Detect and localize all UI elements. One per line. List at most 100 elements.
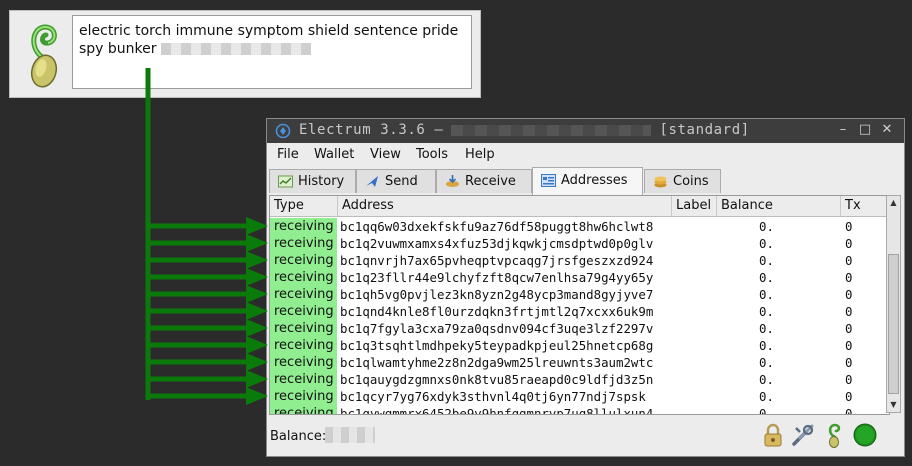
row-address: bc1qh5vg0pvjlez3kn8yzn2g48ycp3mand8gyjyv… xyxy=(340,287,654,302)
row-balance: 0. xyxy=(759,355,774,370)
row-balance: 0. xyxy=(759,389,774,404)
table-row[interactable]: receiving bc1qauygdzgmnxs0nk8tvu85raeapd0… xyxy=(270,371,889,388)
row-balance: 0. xyxy=(759,219,774,234)
scroll-up-arrow-icon[interactable]: ▲ xyxy=(887,196,900,210)
table-row[interactable]: receiving bc1q3tsqhtlmdhpeky5teypadkpjeul… xyxy=(270,337,889,354)
arrow-head xyxy=(246,336,268,354)
arrow-head xyxy=(246,370,268,388)
lock-icon[interactable] xyxy=(760,422,786,448)
row-balance: 0. xyxy=(759,321,774,336)
arrow-head xyxy=(246,251,268,269)
tab-send-label: Send xyxy=(385,174,418,189)
row-address: bc1qywqmmrx6452be9v9hnfqgmnrvp7uq8llulxu… xyxy=(340,406,654,415)
row-type: receiving xyxy=(270,286,337,303)
receive-icon xyxy=(446,175,459,187)
seed-hidden-words xyxy=(160,43,311,55)
wallet-name-hidden xyxy=(451,124,652,136)
row-type: receiving xyxy=(270,337,337,354)
table-row[interactable]: receiving bc1qq6w03dxekfskfu9az76df58pugg… xyxy=(270,218,889,235)
balance-value-hidden xyxy=(325,427,375,443)
row-type: receiving xyxy=(270,354,337,371)
window-title: Electrum 3.3.6 – [standard] xyxy=(299,122,750,138)
row-balance: 0. xyxy=(759,338,774,353)
table-row[interactable]: receiving bc1qywqmmrx6452be9v9hnfqgmnrvp7… xyxy=(270,405,889,415)
history-icon xyxy=(278,175,293,188)
row-balance: 0. xyxy=(759,253,774,268)
maximize-button[interactable]: □ xyxy=(857,122,873,138)
row-balance: 0. xyxy=(759,406,774,415)
network-status-icon[interactable] xyxy=(852,422,878,448)
table-row[interactable]: receiving bc1qcyr7yg76xdyk3sthvnl4q0tj6yn… xyxy=(270,388,889,405)
row-balance: 0. xyxy=(759,236,774,251)
row-type: receiving xyxy=(270,405,337,414)
arrow-head xyxy=(246,217,268,235)
seed-icon[interactable] xyxy=(822,422,848,448)
row-address: bc1qnvrjh7ax65pvheqptvpcaqg7jrsfgeszxzd9… xyxy=(340,253,654,268)
table-row[interactable]: receiving bc1qlwamtyhme2z8n2dga9wm25lreuw… xyxy=(270,354,889,371)
tab-history[interactable]: History xyxy=(269,169,356,193)
coins-icon xyxy=(654,176,667,188)
row-type: receiving xyxy=(270,371,337,388)
menu-tools[interactable]: Tools xyxy=(416,147,448,162)
row-tx: 0 xyxy=(845,236,853,251)
header-address[interactable]: Address xyxy=(338,196,672,216)
row-tx: 0 xyxy=(845,287,853,302)
preferences-icon[interactable] xyxy=(790,422,816,448)
header-type[interactable]: Type xyxy=(270,196,338,216)
row-tx: 0 xyxy=(845,355,853,370)
row-address: bc1qcyr7yg76xdyk3sthvnl4q0tj6yn77ndj7sps… xyxy=(340,389,646,404)
row-type: receiving xyxy=(270,269,337,286)
row-tx: 0 xyxy=(845,219,853,234)
row-type: receiving xyxy=(270,388,337,405)
row-type: receiving xyxy=(270,235,337,252)
row-address: bc1qq6w03dxekfskfu9az76df58puggt8hw6hclw… xyxy=(340,219,654,234)
header-label[interactable]: Label xyxy=(672,196,717,216)
arrow-head xyxy=(246,302,268,320)
menu-file[interactable]: File xyxy=(277,147,299,162)
window-title-app: Electrum 3.3.6 – xyxy=(299,122,444,138)
addresses-table: Type Address Label Balance Tx receiving b… xyxy=(269,195,890,415)
electrum-window: Electrum 3.3.6 – [standard] – □ ✕ File Wa… xyxy=(266,118,905,457)
scrollbar-thumb[interactable] xyxy=(888,254,899,394)
tab-addresses-label: Addresses xyxy=(561,173,628,188)
table-row[interactable]: receiving bc1q7fgyla3cxa79za0qsdnv094cf3u… xyxy=(270,320,889,337)
menu-bar: File Wallet View Tools Help xyxy=(267,143,904,165)
row-type: receiving xyxy=(270,303,337,320)
row-tx: 0 xyxy=(845,389,853,404)
row-address: bc1q2vuwmxamxs4xfuz53djkqwkjcmsdptwd0p0g… xyxy=(340,236,654,251)
table-row[interactable]: receiving bc1q2vuwmxamxs4xfuz53djkqwkjcms… xyxy=(270,235,889,252)
row-tx: 0 xyxy=(845,270,853,285)
seed-text-box[interactable]: electric torch immune symptom shield sen… xyxy=(72,15,472,89)
status-bar: Balance: xyxy=(267,417,904,457)
close-button[interactable]: ✕ xyxy=(879,122,895,138)
tab-addresses[interactable]: Addresses xyxy=(532,167,643,195)
table-scrollbar[interactable]: ▲ ▼ xyxy=(886,195,901,413)
table-row[interactable]: receiving bc1q23fllr44e9lchyfzft8qcw7enlh… xyxy=(270,269,889,286)
table-row[interactable]: receiving bc1qnd4knle8fl0urzdqkn3frtjmtl2… xyxy=(270,303,889,320)
header-balance[interactable]: Balance xyxy=(717,196,841,216)
scroll-down-arrow-icon[interactable]: ▼ xyxy=(887,398,900,412)
row-address: bc1q3tsqhtlmdhpeky5teypadkpjeul25hnetcp6… xyxy=(340,338,654,353)
addresses-icon xyxy=(541,174,556,187)
menu-wallet[interactable]: Wallet xyxy=(314,147,354,162)
send-icon xyxy=(366,176,378,187)
seed-sprout-icon xyxy=(30,24,58,88)
menu-help[interactable]: Help xyxy=(465,147,495,162)
row-type: receiving xyxy=(270,252,337,269)
table-row[interactable]: receiving bc1qh5vg0pvjlez3kn8yzn2g48ycp3m… xyxy=(270,286,889,303)
row-balance: 0. xyxy=(759,287,774,302)
tab-coins[interactable]: Coins xyxy=(644,169,721,193)
table-row[interactable]: receiving bc1qnvrjh7ax65pvheqptvpcaqg7jrs… xyxy=(270,252,889,269)
header-tx[interactable]: Tx xyxy=(841,196,889,216)
arrow-head xyxy=(246,234,268,252)
tab-send[interactable]: Send xyxy=(356,169,436,193)
row-address: bc1qlwamtyhme2z8n2dga9wm25lreuwnts3aum2w… xyxy=(340,355,654,370)
row-tx: 0 xyxy=(845,253,853,268)
minimize-button[interactable]: – xyxy=(835,122,851,138)
row-tx: 0 xyxy=(845,406,853,415)
row-balance: 0. xyxy=(759,372,774,387)
tab-receive[interactable]: Receive xyxy=(436,169,532,193)
menu-view[interactable]: View xyxy=(370,147,401,162)
row-balance: 0. xyxy=(759,270,774,285)
row-tx: 0 xyxy=(845,372,853,387)
